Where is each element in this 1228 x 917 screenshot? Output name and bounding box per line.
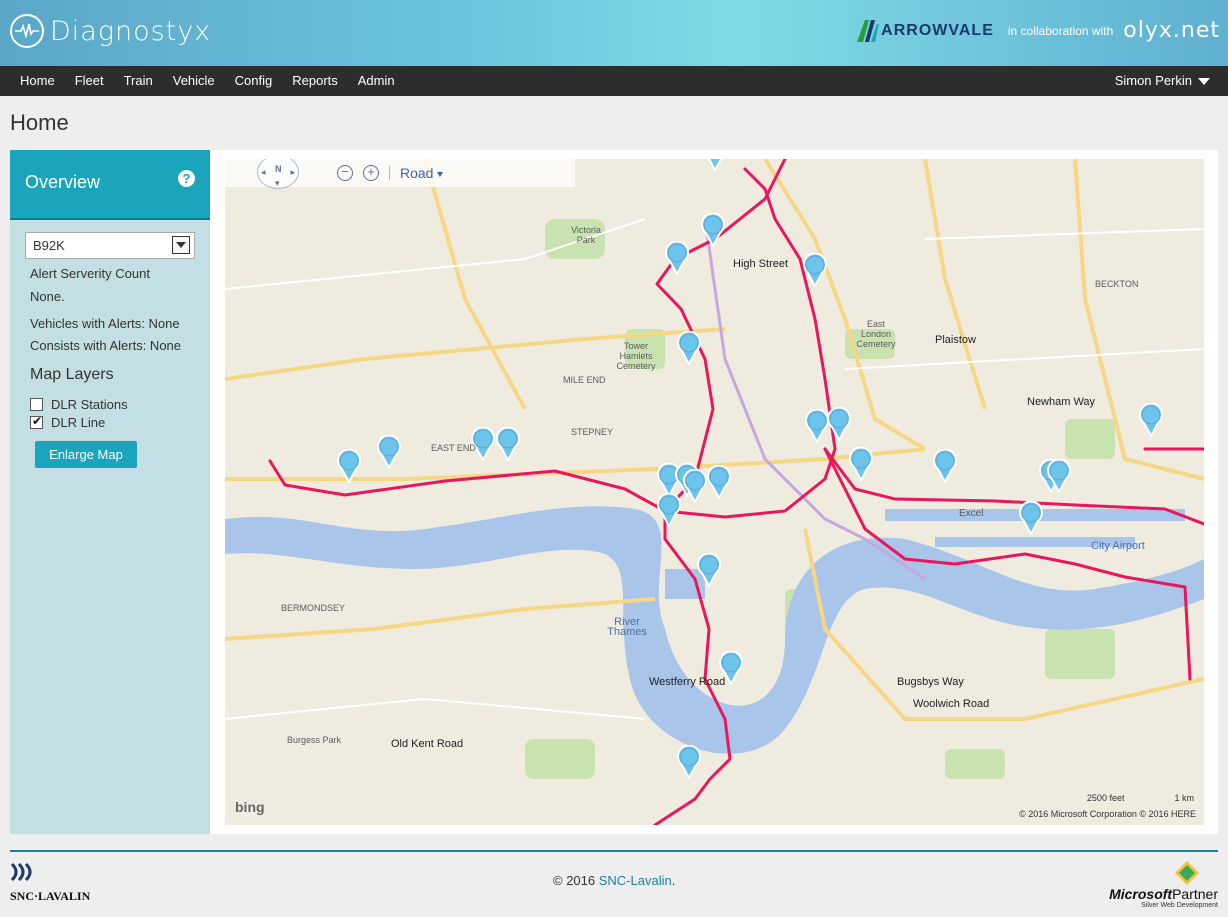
map-pin-icon[interactable] (802, 252, 828, 289)
zoom-out-icon[interactable]: − (337, 165, 353, 181)
place-label: STEPNEY (571, 427, 614, 437)
place-label: BERMONDSEY (281, 603, 346, 613)
place-label: Excel (959, 508, 984, 519)
bing-logo: bing (235, 799, 265, 815)
place-label: Plaistow (935, 334, 976, 346)
nav-train[interactable]: Train (114, 66, 163, 96)
collab-text: in collaboration with (1007, 23, 1114, 38)
vehicles-alerts: Vehicles with Alerts: None (30, 316, 180, 331)
footer-copyright: © 2016 SNC-Lavalin. (553, 873, 676, 888)
map-pin-icon[interactable] (376, 434, 402, 471)
place-label: Victoria Park (571, 225, 601, 245)
map-copyright: © 2016 Microsoft Corporation © 2016 HERE (1019, 809, 1196, 819)
nav-admin[interactable]: Admin (348, 66, 405, 96)
enlarge-map-button[interactable]: Enlarge Map (35, 441, 137, 468)
place-label: East London Cemetery (856, 319, 896, 349)
zoom-in-icon[interactable]: + (363, 165, 379, 181)
map-pin-icon[interactable] (696, 552, 722, 589)
map-pin-icon[interactable] (1046, 458, 1072, 495)
microsoft-partner-logo: MicrosoftPartner Silver Web Development (1109, 858, 1218, 909)
overview-header: Overview ? (10, 150, 210, 220)
map-pin-icon[interactable] (664, 240, 690, 277)
olyx-logo: olyx.net (1123, 18, 1220, 43)
snc-link[interactable]: SNC-Lavalin (599, 873, 672, 888)
place-label: River Thames (607, 616, 647, 638)
alert-title: Alert Serverity Count (30, 266, 150, 281)
overview-title: Overview (25, 172, 101, 192)
layer-dlr-stations[interactable]: DLR Stations (30, 397, 128, 412)
map-style-dropdown[interactable]: Road (400, 165, 444, 181)
map-pin-icon[interactable] (682, 468, 708, 505)
map-panel: Plaistow River Thames City Airport Excel… (210, 150, 1218, 834)
heartbeat-icon (10, 14, 44, 48)
layer-dlr-line[interactable]: DLR Line (30, 414, 105, 430)
arrowvale-logo: ARROWVALE (857, 19, 994, 42)
map-pin-icon[interactable] (932, 448, 958, 485)
user-menu[interactable]: Simon Perkin (1115, 66, 1210, 96)
place-label: Burgess Park (287, 735, 342, 745)
user-name: Simon Perkin (1114, 73, 1192, 88)
place-label: High Street (733, 258, 789, 270)
place-label: EAST END (431, 443, 476, 453)
place-label: Tower Hamlets Cemetery (616, 341, 656, 371)
consists-alerts: Consists with Alerts: None (30, 338, 182, 353)
nav-config[interactable]: Config (225, 66, 283, 96)
place-label: MILE END (563, 375, 606, 385)
map-pin-icon[interactable] (702, 159, 728, 173)
app-header: Diagnostyx ARROWVALE in collaboration wi… (0, 0, 1228, 66)
map-pin-icon[interactable] (1018, 500, 1044, 537)
place-label: BECKTON (1095, 279, 1139, 289)
map-pin-icon[interactable] (495, 426, 521, 463)
map-pin-icon[interactable] (336, 448, 362, 485)
dlr-line-checkbox[interactable] (30, 414, 43, 429)
vehicle-select[interactable]: B92K (25, 232, 195, 259)
place-label: City Airport (1091, 540, 1145, 552)
brand[interactable]: Diagnostyx (10, 14, 211, 48)
map-pin-icon[interactable] (676, 330, 702, 367)
map-pin-icon[interactable] (706, 464, 732, 501)
page-title: Home (10, 110, 69, 135)
brand-name: Diagnostyx (50, 15, 212, 47)
place-label: Old Kent Road (391, 738, 464, 750)
map-pin-icon[interactable] (656, 492, 682, 529)
map-pin-icon[interactable] (1138, 402, 1164, 439)
map-scale: 2500 feet 1 km (1086, 793, 1194, 803)
sidebar: Overview ? B92K Alert Serverity Count No… (10, 150, 210, 834)
map-pin-icon[interactable] (700, 212, 726, 249)
snc-lavalin-logo: SNC·LAVALIN (10, 862, 90, 904)
nav-fleet[interactable]: Fleet (65, 66, 114, 96)
partner-badge-icon (1175, 861, 1199, 885)
partner-logos: ARROWVALE in collaboration with olyx.net (857, 18, 1220, 43)
map-pin-icon[interactable] (676, 744, 702, 781)
caret-down-icon (437, 171, 444, 177)
place-label: Bugsbys Way (897, 676, 964, 688)
footer-divider (10, 850, 1218, 852)
help-icon[interactable]: ? (178, 170, 195, 187)
compass-icon[interactable]: N ◂ ▸ ▾ (257, 159, 299, 189)
nav-reports[interactable]: Reports (282, 66, 348, 96)
main-nav: Home Fleet Train Vehicle Config Reports … (0, 66, 1228, 96)
map-pin-icon[interactable] (848, 446, 874, 483)
snc-logo-icon (10, 862, 32, 882)
dlr-stations-checkbox[interactable] (30, 398, 43, 411)
nav-vehicle[interactable]: Vehicle (163, 66, 225, 96)
nav-home[interactable]: Home (10, 66, 65, 96)
chevron-down-icon[interactable] (172, 236, 190, 254)
map-layers-title: Map Layers (30, 366, 114, 383)
alert-value: None. (30, 289, 65, 304)
place-label: Westferry Road (649, 676, 726, 688)
map-canvas[interactable]: Plaistow River Thames City Airport Excel… (225, 159, 1204, 825)
map-toolbar: N ◂ ▸ ▾ − + Road (225, 159, 575, 189)
place-label: Woolwich Road (913, 698, 990, 710)
caret-down-icon (1198, 77, 1210, 85)
place-label: Newham Way (1027, 396, 1096, 408)
map-pin-icon[interactable] (826, 406, 852, 443)
